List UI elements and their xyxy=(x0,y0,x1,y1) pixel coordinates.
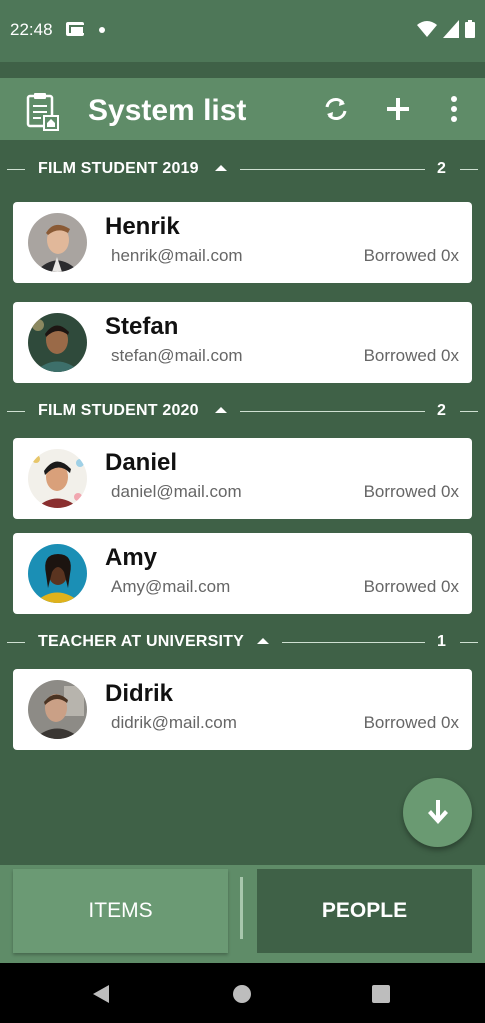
divider xyxy=(240,411,425,412)
recents-icon[interactable] xyxy=(372,985,390,1003)
add-icon xyxy=(387,98,409,120)
person-name: Daniel xyxy=(105,449,178,476)
tab-items-label: ITEMS xyxy=(88,899,153,922)
group-count: 1 xyxy=(437,633,446,650)
tab-items[interactable]: ITEMS xyxy=(13,869,228,953)
group-title: TEACHER AT UNIVERSITY xyxy=(38,633,244,650)
system-navigation-bar xyxy=(0,963,485,1023)
person-name: Didrik xyxy=(105,680,174,707)
borrowed-count: Borrowed 0x xyxy=(363,713,459,732)
signal-icon xyxy=(443,20,459,38)
sync-icon xyxy=(325,98,347,120)
group-count: 2 xyxy=(437,402,446,419)
tab-divider xyxy=(240,877,243,939)
avatar xyxy=(28,449,87,508)
group-header[interactable]: FILM STUDENT 2020 2 xyxy=(0,400,485,422)
collapse-caret-icon[interactable] xyxy=(215,407,227,413)
divider xyxy=(7,169,25,170)
person-email: stefan@mail.com xyxy=(111,346,243,365)
more-vert-icon xyxy=(451,96,457,122)
divider xyxy=(240,169,425,170)
person-name: Amy xyxy=(105,544,158,571)
tab-people[interactable]: PEOPLE xyxy=(257,869,472,953)
avatar xyxy=(28,313,87,372)
person-card-stefan[interactable]: Stefan stefan@mail.com Borrowed 0x xyxy=(13,302,472,383)
collapse-caret-icon[interactable] xyxy=(257,638,269,644)
borrowed-count: Borrowed 0x xyxy=(363,246,459,265)
mail-icon xyxy=(66,22,85,36)
person-card-daniel[interactable]: Daniel daniel@mail.com Borrowed 0x xyxy=(13,438,472,519)
wifi-icon xyxy=(417,21,437,37)
status-time: 22:48 xyxy=(10,20,53,39)
arrow-down-icon xyxy=(427,799,448,824)
system-icons xyxy=(417,20,475,38)
person-email: henrik@mail.com xyxy=(111,246,243,265)
divider xyxy=(7,642,25,643)
battery-icon xyxy=(465,20,475,38)
borrowed-count: Borrowed 0x xyxy=(363,577,459,596)
group-count: 2 xyxy=(437,160,446,177)
home-icon[interactable] xyxy=(232,984,252,1004)
divider xyxy=(460,411,478,412)
scroll-down-button[interactable] xyxy=(403,778,472,847)
divider xyxy=(460,169,478,170)
avatar xyxy=(28,544,87,603)
person-email: daniel@mail.com xyxy=(111,482,242,501)
group-header[interactable]: TEACHER AT UNIVERSITY 1 xyxy=(0,631,485,653)
person-email: didrik@mail.com xyxy=(111,713,237,732)
notification-dot-icon xyxy=(99,27,105,33)
clipboard-logo-icon xyxy=(26,93,59,131)
back-icon[interactable] xyxy=(91,984,111,1004)
tab-people-label: PEOPLE xyxy=(321,899,408,922)
sync-button[interactable] xyxy=(320,93,352,125)
divider xyxy=(282,642,425,643)
group-title: FILM STUDENT 2019 xyxy=(38,160,199,177)
person-card-amy[interactable]: Amy Amy@mail.com Borrowed 0x xyxy=(13,533,472,614)
divider xyxy=(460,642,478,643)
status-bar: 22:48 xyxy=(0,0,485,62)
more-options-button[interactable] xyxy=(438,93,470,125)
person-card-didrik[interactable]: Didrik didrik@mail.com Borrowed 0x xyxy=(13,669,472,750)
collapse-caret-icon[interactable] xyxy=(215,165,227,171)
person-name: Henrik xyxy=(105,213,180,240)
person-name: Stefan xyxy=(105,313,179,340)
add-button[interactable] xyxy=(382,93,414,125)
avatar xyxy=(28,213,87,272)
page-title: System list xyxy=(88,94,247,127)
group-title: FILM STUDENT 2020 xyxy=(38,402,199,419)
app-bar: System list xyxy=(0,78,485,140)
bottom-navigation: ITEMS PEOPLE xyxy=(0,865,485,963)
divider xyxy=(7,411,25,412)
avatar xyxy=(28,680,87,739)
person-card-henrik[interactable]: Henrik henrik@mail.com Borrowed 0x xyxy=(13,202,472,283)
borrowed-count: Borrowed 0x xyxy=(363,346,459,365)
person-email: Amy@mail.com xyxy=(111,577,231,596)
group-header[interactable]: FILM STUDENT 2019 2 xyxy=(0,158,485,180)
borrowed-count: Borrowed 0x xyxy=(363,482,459,501)
